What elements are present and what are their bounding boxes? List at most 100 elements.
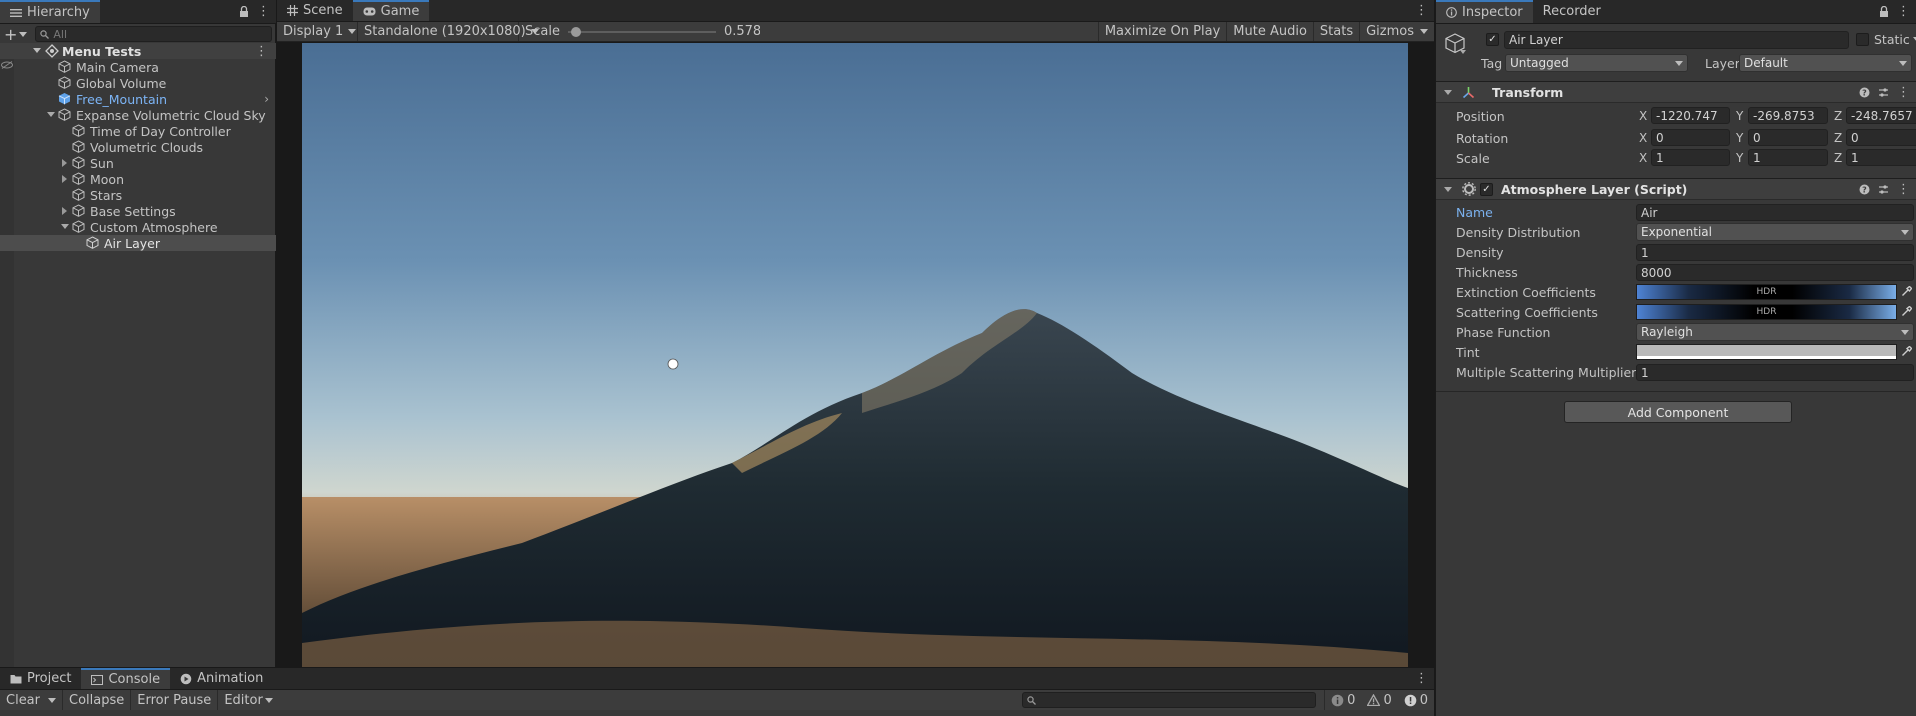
- gameobject-cube-icon: [86, 236, 100, 250]
- transform-header[interactable]: Transform ? ⋮: [1436, 81, 1916, 103]
- scale-x-field[interactable]: 1: [1651, 149, 1730, 166]
- chevron-down-icon[interactable]: [1460, 50, 1466, 54]
- active-checkbox[interactable]: ✓: [1486, 33, 1499, 46]
- resolution-dropdown[interactable]: Standalone (1920x1080): [358, 22, 539, 41]
- tint-color-field[interactable]: [1636, 344, 1897, 360]
- expand-arrow-icon[interactable]: [1444, 186, 1452, 192]
- help-icon[interactable]: ?: [1859, 184, 1870, 195]
- hierarchy-item-sun[interactable]: Sun: [0, 155, 276, 171]
- scale-slider[interactable]: [567, 26, 716, 38]
- game-menu-icon[interactable]: ⋮: [1415, 0, 1434, 21]
- collapse-toggle[interactable]: Collapse: [63, 690, 132, 710]
- collapsed-arrow-icon[interactable]: [62, 207, 67, 215]
- phase-function-dropdown[interactable]: Rayleigh: [1636, 323, 1914, 341]
- maximize-on-play-toggle[interactable]: Maximize On Play: [1097, 22, 1226, 41]
- position-x-field[interactable]: -1220.747: [1651, 107, 1730, 124]
- scale-z-field[interactable]: 1: [1846, 149, 1916, 166]
- position-fields: X -1220.747 Y -269.8753 Z -248.7657: [1639, 107, 1916, 124]
- warning-count-toggle[interactable]: 0: [1361, 690, 1397, 710]
- hierarchy-item-global-volume[interactable]: Global Volume: [0, 75, 276, 91]
- component-menu-icon[interactable]: ⋮: [1897, 183, 1910, 196]
- collapsed-arrow-icon[interactable]: [62, 175, 67, 183]
- tab-animation[interactable]: Animation: [170, 668, 273, 689]
- field-value: -1220.747: [1656, 108, 1718, 123]
- extinction-color-field[interactable]: HDR: [1636, 284, 1897, 300]
- help-icon[interactable]: ?: [1859, 87, 1870, 98]
- info-count-toggle[interactable]: 0: [1324, 690, 1361, 710]
- collapsed-arrow-icon[interactable]: [62, 159, 67, 167]
- component-menu-icon[interactable]: ⋮: [1897, 86, 1910, 99]
- search-field[interactable]: All: [35, 26, 272, 42]
- tab-project[interactable]: Project: [0, 668, 81, 689]
- error-count-toggle[interactable]: 0: [1398, 690, 1434, 710]
- hierarchy-item-air-layer[interactable]: Air Layer: [0, 235, 276, 251]
- stats-toggle[interactable]: Stats: [1312, 22, 1359, 41]
- more-menu-icon[interactable]: ⋮: [257, 5, 270, 18]
- position-y-field[interactable]: -269.8753: [1748, 107, 1828, 124]
- scene-row[interactable]: Menu Tests ⋮: [0, 43, 276, 59]
- gameobject-cube-icon: [72, 204, 86, 218]
- scene-menu-icon[interactable]: ⋮: [255, 45, 268, 58]
- scattering-color-field[interactable]: HDR: [1636, 304, 1897, 320]
- rotation-x-field[interactable]: 0: [1651, 129, 1730, 146]
- tab-inspector[interactable]: Inspector: [1436, 0, 1533, 23]
- error-pause-toggle[interactable]: Error Pause: [131, 690, 219, 710]
- static-checkbox[interactable]: [1856, 33, 1869, 46]
- multiple-scattering-field[interactable]: 1: [1636, 364, 1914, 381]
- lock-icon[interactable]: [1879, 5, 1889, 18]
- name-field[interactable]: Air: [1636, 204, 1914, 221]
- atmosphere-layer-header[interactable]: ✓ Atmosphere Layer (Script) ? ⋮: [1436, 178, 1916, 200]
- rotation-z-field[interactable]: 0: [1846, 129, 1916, 146]
- layer-dropdown[interactable]: Default: [1739, 54, 1912, 72]
- clear-dropdown[interactable]: Clear: [0, 690, 63, 710]
- editor-dropdown[interactable]: Editor: [218, 690, 278, 710]
- hierarchy-item-main-camera[interactable]: Main Camera: [0, 59, 276, 75]
- tab-console[interactable]: Console: [81, 668, 171, 689]
- eyedropper-icon[interactable]: [1901, 286, 1912, 297]
- more-menu-icon[interactable]: ⋮: [1897, 5, 1910, 18]
- game-viewport[interactable]: [302, 43, 1408, 667]
- gizmos-dropdown[interactable]: Gizmos: [1359, 22, 1434, 41]
- hierarchy-item-expanse-sky[interactable]: Expanse Volumetric Cloud Sky: [0, 107, 276, 123]
- scale-y-field[interactable]: 1: [1748, 149, 1828, 166]
- scale-slider-thumb[interactable]: [570, 26, 581, 37]
- position-z-field[interactable]: -248.7657: [1846, 107, 1916, 124]
- console-search-field[interactable]: [1022, 692, 1317, 708]
- tab-game[interactable]: Game: [352, 0, 430, 21]
- density-field[interactable]: 1: [1636, 244, 1914, 261]
- tab-scene[interactable]: Scene: [277, 0, 353, 21]
- chevron-down-icon: [48, 697, 56, 703]
- hierarchy-item-time-of-day[interactable]: Time of Day Controller: [0, 123, 276, 139]
- expand-arrow-icon[interactable]: [61, 224, 69, 229]
- hierarchy-item-free-mountain[interactable]: Free_Mountain ›: [0, 91, 276, 107]
- hierarchy-item-custom-atmosphere[interactable]: Custom Atmosphere: [0, 219, 276, 235]
- eyedropper-icon[interactable]: [1901, 346, 1912, 357]
- expand-arrow-icon[interactable]: [1444, 89, 1452, 95]
- object-name-field[interactable]: Air Layer: [1504, 31, 1849, 49]
- component-enabled-checkbox[interactable]: ✓: [1480, 182, 1493, 196]
- preset-icon[interactable]: [1878, 87, 1889, 98]
- tag-dropdown[interactable]: Untagged: [1505, 54, 1688, 72]
- tab-label: Hierarchy: [27, 5, 90, 20]
- tab-recorder[interactable]: Recorder: [1533, 0, 1611, 23]
- display-dropdown[interactable]: Display 1: [277, 22, 358, 41]
- tab-hierarchy[interactable]: Hierarchy: [0, 0, 100, 23]
- expand-arrow-icon[interactable]: [47, 112, 55, 117]
- add-component-button[interactable]: Add Component: [1564, 401, 1792, 423]
- hierarchy-item-moon[interactable]: Moon: [0, 171, 276, 187]
- preset-icon[interactable]: [1878, 184, 1889, 195]
- rotation-y-field[interactable]: 0: [1748, 129, 1828, 146]
- chevron-right-icon[interactable]: ›: [264, 92, 269, 106]
- add-button[interactable]: +: [4, 25, 28, 44]
- hierarchy-item-volumetric-clouds[interactable]: Volumetric Clouds: [0, 139, 276, 155]
- eyedropper-icon[interactable]: [1901, 306, 1912, 317]
- console-menu-icon[interactable]: ⋮: [1415, 668, 1434, 689]
- lock-icon[interactable]: [239, 5, 249, 18]
- density-distribution-dropdown[interactable]: Exponential: [1636, 223, 1914, 241]
- thickness-field[interactable]: 8000: [1636, 264, 1914, 281]
- hierarchy-item-base-settings[interactable]: Base Settings: [0, 203, 276, 219]
- mute-audio-toggle[interactable]: Mute Audio: [1226, 22, 1313, 41]
- hierarchy-item-stars[interactable]: Stars: [0, 187, 276, 203]
- expand-arrow-icon[interactable]: [33, 48, 41, 53]
- static-dropdown[interactable]: Static: [1874, 32, 1916, 47]
